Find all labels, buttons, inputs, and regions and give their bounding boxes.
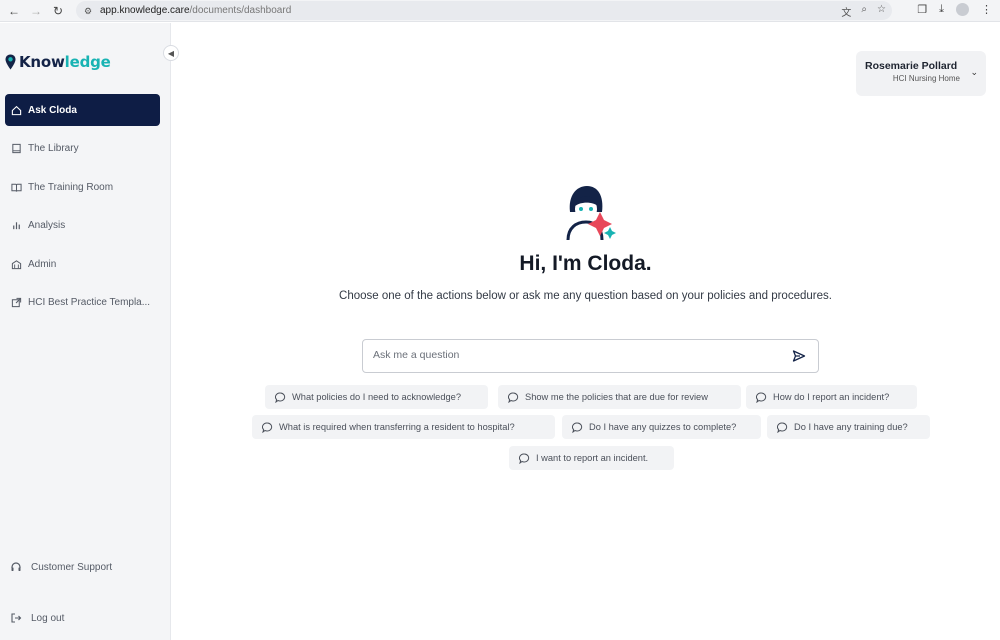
headset-icon bbox=[11, 562, 21, 571]
sidebar-item-hci-templates[interactable]: HCI Best Practice Templa... bbox=[5, 287, 160, 319]
suggestion-chip[interactable]: I want to report an incident. bbox=[509, 446, 674, 470]
logo-text: Knowledge bbox=[19, 53, 111, 71]
home-icon bbox=[10, 104, 22, 116]
sidebar-item-ask-cloda[interactable]: Ask Cloda bbox=[5, 94, 160, 126]
chat-bubble-icon bbox=[777, 421, 788, 433]
ask-question-input[interactable] bbox=[373, 349, 773, 361]
chat-bubble-icon bbox=[519, 452, 530, 464]
sidebar-item-training-room[interactable]: The Training Room bbox=[5, 171, 160, 203]
suggestion-chip[interactable]: What policies do I need to acknowledge? bbox=[265, 385, 488, 409]
reload-icon[interactable]: ↻ bbox=[50, 3, 66, 19]
chat-bubble-icon bbox=[756, 391, 767, 403]
zoom-icon[interactable]: ⌕ bbox=[861, 4, 867, 19]
collapse-sidebar-button[interactable]: ◀ bbox=[163, 45, 179, 61]
user-name: Rosemarie Pollard bbox=[865, 60, 958, 72]
suggestion-chip[interactable]: How do I report an incident? bbox=[746, 385, 917, 409]
sidebar-item-label: The Library bbox=[28, 143, 79, 154]
chat-bubble-icon bbox=[275, 391, 286, 403]
logo[interactable]: Knowledge bbox=[5, 53, 111, 71]
browser-toolbar: ← → ↻ ⚙ app.knowledge.care/documents/das… bbox=[0, 0, 1000, 22]
greeting-subtitle: Choose one of the actions below or ask m… bbox=[339, 290, 832, 302]
sidebar-item-label: Analysis bbox=[28, 220, 66, 231]
open-book-icon bbox=[10, 181, 22, 193]
building-icon bbox=[10, 258, 22, 270]
book-icon bbox=[10, 143, 22, 155]
chat-bubble-icon bbox=[508, 391, 519, 403]
location-pin-icon bbox=[5, 54, 16, 70]
sidebar: Knowledge Ask Cloda The Library The Trai… bbox=[0, 23, 171, 640]
sidebar-item-label: Admin bbox=[28, 258, 57, 270]
chevron-left-icon: ◀ bbox=[167, 48, 175, 58]
suggestion-label: Do I have any training due? bbox=[794, 422, 908, 432]
ask-question-box bbox=[362, 339, 819, 373]
chat-bubble-icon bbox=[572, 421, 583, 433]
user-organization: HCI Nursing Home bbox=[892, 74, 960, 83]
suggestion-label: What policies do I need to acknowledge? bbox=[292, 392, 462, 402]
forward-arrow-icon[interactable]: → bbox=[28, 3, 44, 19]
cloda-avatar bbox=[566, 186, 616, 241]
external-link-icon bbox=[10, 297, 22, 309]
suggestion-chip[interactable]: Show me the policies that are due for re… bbox=[498, 385, 741, 409]
sidebar-item-label: HCI Best Practice Templa... bbox=[28, 297, 151, 308]
customer-support-label: Customer Support bbox=[31, 561, 113, 573]
suggestion-label: Show me the policies that are due for re… bbox=[525, 392, 708, 402]
suggestion-label: How do I report an incident? bbox=[773, 392, 890, 402]
suggestion-label: Do I have any quizzes to complete? bbox=[589, 422, 737, 432]
logout-label: Log out bbox=[31, 612, 65, 624]
url-path: /documents/dashboard bbox=[189, 5, 292, 16]
browser-menu-icon[interactable]: ⋮ bbox=[981, 3, 992, 16]
suggestion-label: I want to report an incident. bbox=[536, 453, 649, 463]
extensions-icon[interactable]: ❐ bbox=[917, 3, 927, 16]
suggestion-chip[interactable]: Do I have any quizzes to complete? bbox=[562, 415, 761, 439]
suggestion-label: What is required when transferring a res… bbox=[279, 422, 515, 432]
site-settings-icon[interactable]: ⚙ bbox=[84, 6, 94, 16]
logout-icon bbox=[11, 613, 22, 623]
sidebar-item-label: The Training Room bbox=[28, 181, 114, 193]
address-bar[interactable]: ⚙ app.knowledge.care/documents/dashboard… bbox=[76, 1, 892, 20]
sidebar-item-admin[interactable]: Admin bbox=[5, 248, 160, 280]
suggestion-chip[interactable]: What is required when transferring a res… bbox=[252, 415, 555, 439]
chat-bubble-icon bbox=[262, 421, 273, 433]
sidebar-item-analysis[interactable]: Analysis bbox=[5, 210, 160, 242]
customer-support-link[interactable]: Customer Support bbox=[10, 561, 160, 573]
download-icon[interactable]: ⤓ bbox=[939, 3, 944, 16]
chevron-down-icon: ⌄ bbox=[970, 67, 978, 77]
sidebar-item-library[interactable]: The Library bbox=[5, 133, 160, 165]
bookmark-star-icon[interactable]: ☆ bbox=[877, 4, 886, 19]
url-host: app.knowledge.care bbox=[100, 5, 190, 16]
profile-avatar-icon[interactable] bbox=[956, 3, 969, 16]
bar-chart-icon bbox=[10, 220, 22, 232]
send-icon[interactable] bbox=[792, 349, 806, 363]
logout-link[interactable]: Log out bbox=[10, 612, 160, 624]
greeting-heading: Hi, I'm Cloda. bbox=[519, 252, 652, 275]
user-menu[interactable]: Rosemarie Pollard HCI Nursing Home ⌄ bbox=[856, 51, 986, 96]
sidebar-nav: Ask Cloda The Library The Training Room … bbox=[5, 94, 160, 325]
back-arrow-icon[interactable]: ← bbox=[6, 3, 22, 19]
translate-icon[interactable]: 文 bbox=[841, 4, 851, 19]
suggestion-chip[interactable]: Do I have any training due? bbox=[767, 415, 930, 439]
sidebar-item-label: Ask Cloda bbox=[28, 104, 77, 116]
